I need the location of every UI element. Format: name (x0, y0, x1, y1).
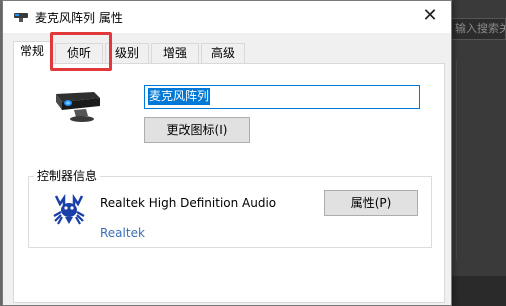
microphone-array-icon (14, 13, 28, 22)
general-panel: 麦克风阵列 更改图标(I) 控制器信息 Realtek High Definit… (13, 63, 445, 303)
device-name-value: 麦克风阵列 (148, 88, 211, 105)
title-bar: 麦克风阵列 属性 ✕ (3, 1, 451, 33)
close-icon[interactable]: ✕ (415, 3, 445, 29)
tab-general[interactable]: 常规 (13, 41, 51, 64)
dialog-title: 麦克风阵列 属性 (35, 11, 123, 25)
realtek-crab-logo (53, 194, 85, 225)
controller-properties-button[interactable]: 属性(P) (324, 190, 418, 216)
device-name-input[interactable]: 麦克风阵列 (144, 85, 420, 109)
controller-vendor-link[interactable]: Realtek (100, 226, 145, 240)
microphone-array-icon (56, 92, 100, 122)
background-search-input[interactable]: 输入搜索关 (448, 18, 506, 40)
tab-advanced[interactable]: 高级 (201, 43, 245, 63)
controller-info-label: 控制器信息 (34, 167, 101, 184)
tab-enhancements[interactable]: 增强 (151, 43, 199, 63)
properties-dialog: 麦克风阵列 属性 ✕ 常规 侦听 级别 增强 高级 麦克风阵列 更改图标(I) … (2, 0, 452, 306)
controller-name: Realtek High Definition Audio (100, 196, 277, 210)
listen-tab-highlight (50, 32, 112, 71)
background-divider (456, 60, 457, 260)
change-icon-button[interactable]: 更改图标(I) (144, 117, 250, 143)
